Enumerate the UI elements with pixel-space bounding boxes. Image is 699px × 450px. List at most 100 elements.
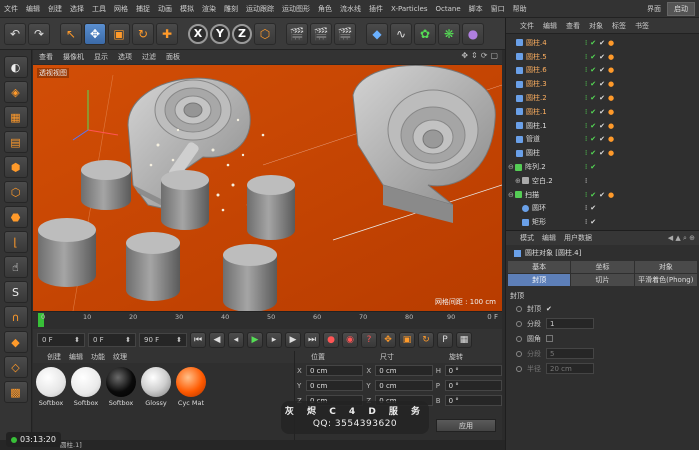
render-check-icon[interactable]: ✔ <box>599 149 605 157</box>
menu-file[interactable]: 文件 <box>0 4 22 14</box>
prev-key-icon[interactable]: ◀ <box>209 332 225 348</box>
menu-script[interactable]: 脚本 <box>465 4 487 14</box>
material-menu-function[interactable]: 功能 <box>91 352 105 362</box>
axis-mode-icon[interactable]: ⌊ <box>3 231 28 253</box>
nav-arrows-icon[interactable]: ◀ ▲ ⌕ ⊕ <box>668 234 695 243</box>
object-row[interactable]: ⊕ 空白.2 ⁞ <box>506 174 699 188</box>
visibility-icon[interactable]: ⁞ <box>585 191 587 199</box>
menu-edit[interactable]: 编辑 <box>22 4 44 14</box>
visibility-icon[interactable]: ⁞ <box>585 218 587 226</box>
om-menu-view[interactable]: 查看 <box>566 21 580 31</box>
object-row[interactable]: ⊖ 扫描 ⁞ ✔ ✔ ● <box>506 188 699 202</box>
render-check-icon[interactable]: ✔ <box>599 80 605 88</box>
workplane-icon[interactable]: ▤ <box>3 131 28 153</box>
render-check-icon[interactable]: ✔ <box>599 135 605 143</box>
menu-render[interactable]: 渲染 <box>198 4 220 14</box>
menu-animate[interactable]: 动画 <box>154 4 176 14</box>
param-key-icon[interactable]: P <box>437 332 453 348</box>
viewport-menu-camera[interactable]: 摄像机 <box>63 52 84 62</box>
menu-x-particles[interactable]: X-Particles <box>387 5 431 13</box>
object-row[interactable]: 圆柱.4 ⁞ ✔ ✔ ● <box>506 36 699 50</box>
render-settings-icon[interactable]: 🎬 <box>334 22 356 45</box>
goto-end-icon[interactable]: ⏭ <box>304 332 320 348</box>
menu-select[interactable]: 选择 <box>66 4 88 14</box>
menu-snap[interactable]: 捕捉 <box>132 4 154 14</box>
visibility-icon[interactable]: ⁞ <box>585 80 587 88</box>
lock-workplane-icon[interactable]: ◆ <box>3 331 28 353</box>
timeline-ruler[interactable]: 0 10 20 30 40 50 60 70 80 90 0 F <box>33 311 502 329</box>
visibility-icon[interactable]: ⁞ <box>585 177 587 185</box>
object-row[interactable]: 圆环 ⁞ ✔ <box>506 202 699 216</box>
cloner-icon[interactable]: ❋ <box>438 22 460 45</box>
rotation-h-field[interactable]: 0 ° <box>444 365 503 376</box>
menu-pipeline[interactable]: 流水线 <box>336 4 365 14</box>
menu-plugins[interactable]: 插件 <box>365 4 387 14</box>
menu-octane[interactable]: Octane <box>431 5 464 13</box>
animate-dot-icon[interactable] <box>516 335 522 342</box>
snap-icon[interactable]: S <box>3 281 28 303</box>
visibility-icon[interactable]: ⁞ <box>585 135 587 143</box>
enabled-check-icon[interactable]: ✔ <box>590 135 596 143</box>
rotation-b-field[interactable]: 0 ° <box>444 395 503 406</box>
material-item[interactable]: Cyc Mat <box>175 367 207 407</box>
spline-pen-icon[interactable]: ∿ <box>390 22 412 45</box>
material-tag-icon[interactable]: ● <box>608 149 614 157</box>
object-row[interactable]: 圆柱.5 ⁞ ✔ ✔ ● <box>506 50 699 64</box>
visibility-icon[interactable]: ⁞ <box>585 149 587 157</box>
enabled-check-icon[interactable]: ✔ <box>590 94 596 102</box>
position-x-field[interactable]: 0 cm <box>305 365 364 376</box>
object-row[interactable]: 圆柱 ⁞ ✔ ✔ ● <box>506 146 699 160</box>
keyframe-selection-icon[interactable]: ? <box>361 332 377 348</box>
tab-coord[interactable]: 坐标 <box>571 261 634 273</box>
material-tag-icon[interactable]: ● <box>608 94 614 102</box>
attr-menu-edit[interactable]: 编辑 <box>542 233 556 243</box>
enabled-check-icon[interactable]: ✔ <box>590 204 596 212</box>
apply-button[interactable]: 应用 <box>436 419 496 432</box>
cube-icon[interactable]: ◆ <box>366 22 388 45</box>
menu-create[interactable]: 创建 <box>44 4 66 14</box>
om-menu-file[interactable]: 文件 <box>520 21 534 31</box>
fillet-segments-field[interactable]: 5 <box>546 348 594 359</box>
material-item[interactable]: Softbox <box>105 367 137 407</box>
render-check-icon[interactable]: ✔ <box>599 94 605 102</box>
visibility-icon[interactable]: ⁞ <box>585 66 587 74</box>
end-frame-field[interactable]: 90 F ⬍ <box>139 333 187 347</box>
rotate-icon[interactable]: ↻ <box>132 22 154 45</box>
planar-workplane-icon[interactable]: ◇ <box>3 356 28 378</box>
prev-frame-icon[interactable]: ◂ <box>228 332 244 348</box>
perspective-viewport[interactable]: 透视视图 网格间距 : 100 cm <box>33 65 502 311</box>
render-check-icon[interactable]: ✔ <box>599 108 605 116</box>
material-tag-icon[interactable]: ● <box>608 135 614 143</box>
size-x-field[interactable]: 0 cm <box>375 365 433 376</box>
tab-slice[interactable]: 切片 <box>571 274 634 286</box>
enabled-check-icon[interactable]: ✔ <box>590 108 596 116</box>
start-frame-field[interactable]: 0 F ⬍ <box>88 333 136 347</box>
next-key-icon[interactable]: ▶ <box>285 332 301 348</box>
layout-select[interactable]: 启动 <box>667 2 695 16</box>
magnet-icon[interactable]: ∩ <box>3 306 28 328</box>
visibility-icon[interactable]: ⁞ <box>585 108 587 116</box>
deformer-icon[interactable]: ● <box>462 22 484 45</box>
position-key-icon[interactable]: ✥ <box>380 332 396 348</box>
render-check-icon[interactable]: ✔ <box>599 66 605 74</box>
segments-field[interactable]: 1 <box>546 318 594 329</box>
undo-icon[interactable]: ↶ <box>4 22 26 45</box>
scale-icon[interactable]: ▣ <box>108 22 130 45</box>
material-item[interactable]: Softbox <box>70 367 102 407</box>
render-check-icon[interactable]: ✔ <box>599 122 605 130</box>
points-mode-icon[interactable]: ⬢ <box>3 156 28 178</box>
object-row[interactable]: 圆柱.3 ⁞ ✔ ✔ ● <box>506 77 699 91</box>
animate-dot-icon[interactable] <box>516 320 522 327</box>
animate-dot-icon[interactable] <box>516 305 522 312</box>
grid-snap-icon[interactable]: ▩ <box>3 381 28 403</box>
material-tag-icon[interactable]: ● <box>608 122 614 130</box>
expand-icon[interactable]: ⊖ <box>508 191 515 199</box>
animate-dot-icon[interactable] <box>516 365 522 372</box>
om-menu-bookmarks[interactable]: 书签 <box>635 21 649 31</box>
move-view-icon[interactable]: ✥ <box>461 51 468 60</box>
menu-window[interactable]: 窗口 <box>487 4 509 14</box>
object-row[interactable]: 圆柱.1 ⁞ ✔ ✔ ● <box>506 119 699 133</box>
visibility-icon[interactable]: ⁞ <box>585 204 587 212</box>
material-menu-texture[interactable]: 纹理 <box>113 352 127 362</box>
autokey-icon[interactable]: ◉ <box>342 332 358 348</box>
